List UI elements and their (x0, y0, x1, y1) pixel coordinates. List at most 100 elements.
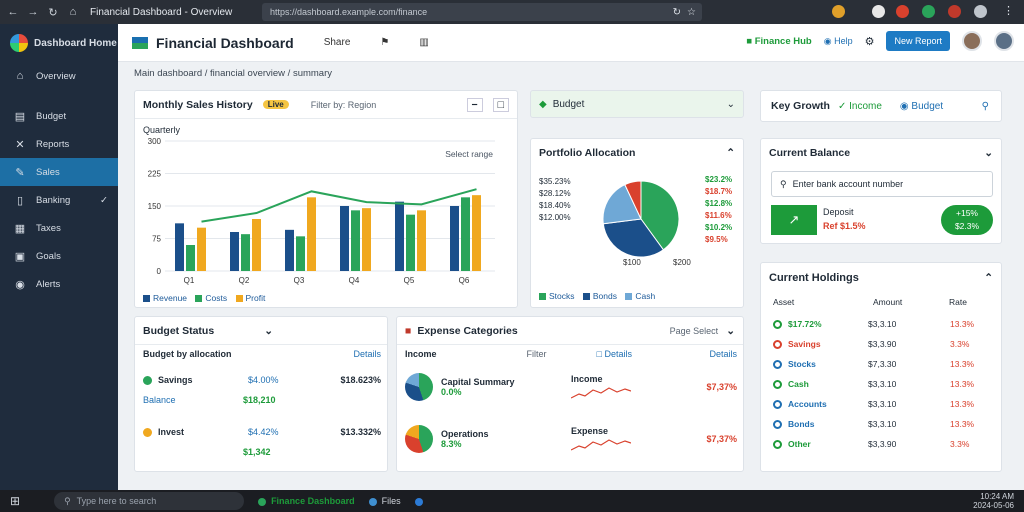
sidebar-item-banking[interactable]: ▯ Banking ✓ (0, 186, 118, 214)
budget-item-icon (143, 427, 152, 437)
extension-icon[interactable] (922, 5, 935, 18)
table-row[interactable]: $17.72% $3,3.10 13.3% (773, 319, 993, 329)
col-rate[interactable]: Rate (949, 297, 967, 307)
sidebar-item-sales[interactable]: ✎ Sales (0, 158, 118, 186)
app-header: Financial Dashboard Share ⚑ ▥ ■ Finance … (118, 24, 1024, 62)
menu-icon[interactable]: ⋮ (1002, 5, 1015, 18)
extension-icon[interactable] (832, 5, 845, 18)
expense-tools[interactable]: Page Select (670, 326, 719, 336)
account-input[interactable]: ⚲ Enter bank account number (771, 171, 993, 197)
settings-icon[interactable]: ⚙ (865, 35, 875, 48)
taskbar-clock[interactable]: 10:24 AM 2024-05-06 (973, 492, 1014, 510)
sidebar-item-label: Budget (36, 110, 67, 122)
col-amount[interactable]: Amount (873, 297, 949, 307)
sidebar-item-reports[interactable]: ✕ Reports (0, 130, 118, 158)
chevron-down-icon[interactable]: ⌄ (726, 325, 735, 337)
budget-sub-value: $18,210 (243, 395, 276, 405)
asset-rate: 3.3% (950, 439, 970, 449)
search-icon[interactable]: ⚲ (982, 101, 989, 112)
avatar-secondary[interactable] (994, 31, 1014, 51)
table-row[interactable]: Savings $3,3.90 3.3% (773, 339, 993, 349)
extension-icon[interactable] (872, 5, 885, 18)
taskbar-browser-icon[interactable] (414, 496, 428, 506)
logo-icon (10, 34, 28, 52)
header-actions: ■ Finance Hub ◉ Help ⚙ New Report (746, 31, 1014, 51)
chevron-down-icon[interactable]: ⌄ (984, 147, 993, 159)
chevron-up-icon[interactable]: ⌃ (984, 272, 993, 284)
chevron-down-icon: ⌄ (726, 98, 735, 110)
bar-costs-q3 (296, 236, 305, 271)
sidebar-brand[interactable]: Dashboard Home (0, 24, 118, 62)
table-row[interactable]: Bonds $3,3.10 13.3% (773, 419, 993, 429)
budget-item[interactable]: Invest $4.42% $13.332% (143, 427, 381, 437)
table-row[interactable]: Accounts $3,3.10 13.3% (773, 399, 993, 409)
legend-profit[interactable]: Profit (235, 293, 265, 303)
sidebar-item-taxes[interactable]: ▦ Taxes (0, 214, 118, 242)
forward-icon[interactable]: → (26, 6, 40, 18)
taskbar-files[interactable]: Files (368, 496, 401, 506)
table-row[interactable]: Cash $3,3.10 13.3% (773, 379, 993, 389)
expense-subheader: Income Filter □ Details Details (405, 349, 737, 359)
legend-stocks[interactable]: Stocks (539, 291, 575, 301)
table-row[interactable]: Stocks $7,3.30 13.3% (773, 359, 993, 369)
chevron-down-icon[interactable]: ⌄ (264, 325, 273, 337)
sidebar-item-label: Sales (36, 166, 60, 178)
income-pill[interactable]: ✓ Income (838, 101, 882, 112)
budget-pill[interactable]: ◉ Budget (900, 101, 943, 112)
sidebar-item-goals[interactable]: ▣ Goals (0, 242, 118, 270)
deposit-tag: Deposit (823, 207, 854, 217)
growth-badge-button[interactable]: +15% $2.3% (941, 205, 993, 235)
budget-details-link[interactable]: Details (353, 349, 381, 359)
expense-details-link[interactable]: Details (709, 349, 737, 359)
profile-icon[interactable] (974, 5, 987, 18)
asset-rate: 13.3% (950, 419, 975, 429)
avatar[interactable] (962, 31, 982, 51)
expense-item-text: Operations 8.3% (441, 429, 571, 449)
expense-item[interactable]: Capital Summary 0.0% Income $7,37% (405, 373, 737, 401)
legend-cash[interactable]: Cash (625, 291, 655, 301)
star-icon[interactable]: ☆ (687, 7, 696, 18)
extension-icon[interactable] (948, 5, 961, 18)
share-button[interactable]: Share (324, 37, 351, 48)
help-link[interactable]: ◉ Help (824, 36, 853, 47)
legend-costs[interactable]: Costs (195, 293, 227, 303)
row-status-icon (773, 399, 782, 409)
expense-pie-icon (405, 425, 433, 453)
brand-label: Dashboard Home (34, 37, 117, 49)
sidebar-item-alerts[interactable]: ◉ Alerts (0, 270, 118, 298)
y-tick-label: 300 (148, 137, 162, 146)
flag-button[interactable]: ⚑ (380, 37, 389, 48)
expense-pie-icon (405, 373, 433, 401)
back-icon[interactable]: ← (6, 6, 20, 18)
extension-icon[interactable] (896, 5, 909, 18)
home-icon[interactable]: ⌂ (66, 6, 80, 18)
tab-title[interactable]: Financial Dashboard - Overview (90, 7, 250, 18)
portfolio-right-value: $10.2% (705, 223, 733, 232)
windows-start-icon[interactable]: ⊞ (10, 494, 20, 508)
expense-select[interactable]: □ Details (597, 349, 632, 359)
finance-hub-link[interactable]: ■ Finance Hub (746, 36, 811, 47)
asset-rate: 13.3% (950, 319, 975, 329)
address-bar[interactable]: https://dashboard.example.com/finance ↻ … (262, 3, 702, 21)
taskbar-search[interactable]: ⚲ Type here to search (54, 492, 245, 510)
reload-icon[interactable]: ↻ (46, 6, 60, 19)
deposit-icon[interactable]: ↗ (771, 205, 817, 235)
grid-button[interactable]: ▥ (419, 37, 428, 48)
expense-filter[interactable]: Filter (527, 349, 547, 359)
sidebar-item-budget[interactable]: ▤ Budget (0, 102, 118, 130)
new-report-button[interactable]: New Report (886, 31, 950, 51)
col-asset[interactable]: Asset (773, 297, 873, 307)
taskbar-app[interactable]: Finance Dashboard (258, 496, 355, 506)
expense-item[interactable]: Operations 8.3% Expense $7,37% (405, 425, 737, 453)
filter-dropdown[interactable]: ◆ Budget ⌄ (530, 90, 744, 118)
asset-amount: $3,3.90 (868, 439, 897, 449)
budget-item[interactable]: Savings $4.00% $18.623% (143, 375, 381, 385)
sidebar-item-overview[interactable]: ⌂ Overview (0, 62, 118, 90)
reload-icon[interactable]: ↻ (673, 7, 681, 18)
legend-bonds[interactable]: Bonds (582, 291, 617, 301)
filter-icon: ◆ (539, 98, 547, 110)
table-row[interactable]: Other $3,3.90 3.3% (773, 439, 993, 449)
search-icon: ⚲ (64, 495, 71, 506)
url-text[interactable]: https://dashboard.example.com/finance (270, 7, 427, 17)
legend-revenue[interactable]: Revenue (143, 293, 187, 303)
